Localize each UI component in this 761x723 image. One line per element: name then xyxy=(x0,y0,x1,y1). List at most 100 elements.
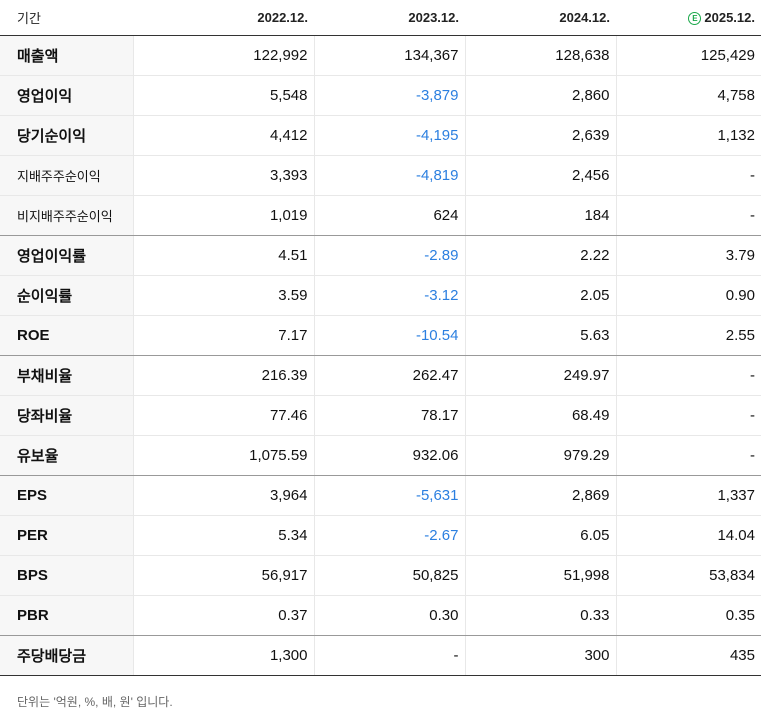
row-label: EPS xyxy=(0,475,133,516)
table-cell: 249.97 xyxy=(464,355,616,396)
table-cell: 3.79 xyxy=(615,235,761,276)
period-header-2022: 2022.12. xyxy=(133,0,314,36)
table-cell: 979.29 xyxy=(464,435,616,476)
table-cell: 4,758 xyxy=(615,75,761,116)
table-cell: - xyxy=(615,355,761,396)
table-cell: 53,834 xyxy=(615,555,761,596)
unit-footnote: 단위는 '억원, %, 배, 원' 입니다. xyxy=(17,695,173,709)
table-row: 지배주주순이익 3,393 -4,819 2,456- xyxy=(0,155,761,196)
table-cell: 216.39 xyxy=(132,355,314,396)
financial-table: 기간 2022.12. 2023.12. 2024.12. E 2025.12. … xyxy=(0,0,761,676)
table-cell: 2,639 xyxy=(464,115,616,156)
row-label: 유보율 xyxy=(0,435,133,476)
table-cell: -2.67 xyxy=(313,515,465,556)
table-body: 매출액 122,992 134,367 128,638 125,429 영업이익 5,548… xyxy=(0,35,761,676)
row-label: 당기순이익 xyxy=(0,115,133,156)
table-row: PBR 0.37 0.30 0.33 0.35 xyxy=(0,595,761,636)
table-row: 매출액 122,992 134,367 128,638 125,429 xyxy=(0,35,761,76)
table-cell: 4.51 xyxy=(132,235,314,276)
table-cell: 7.17 xyxy=(132,315,314,356)
table-cell: - xyxy=(313,635,465,676)
table-cell: - xyxy=(615,435,761,476)
row-label: 주당배당금 xyxy=(0,635,133,676)
table-row: 영업이익률 4.51 -2.89 2.22 3.79 xyxy=(0,235,761,276)
row-label: 영업이익 xyxy=(0,75,133,116)
table-cell: 435 xyxy=(615,635,761,676)
table-row: 유보율 1,075.59 932.06 979.29- xyxy=(0,435,761,476)
table-cell: 0.37 xyxy=(132,595,314,636)
table-cell: 5.63 xyxy=(464,315,616,356)
table-cell: -3,879 xyxy=(313,75,465,116)
table-cell: -3.12 xyxy=(313,275,465,316)
table-cell: 1,019 xyxy=(132,195,314,236)
period-header-2023: 2023.12. xyxy=(314,0,465,36)
row-label: PBR xyxy=(0,595,133,636)
row-label: 매출액 xyxy=(0,35,133,76)
table-row: 당좌비율 77.46 78.17 68.49- xyxy=(0,395,761,436)
table-cell: -5,631 xyxy=(313,475,465,516)
table-cell: 50,825 xyxy=(313,555,465,596)
row-label: PER xyxy=(0,515,133,556)
row-label: BPS xyxy=(0,555,133,596)
table-cell: 122,992 xyxy=(132,35,314,76)
table-row: PER 5.34 -2.67 6.05 14.04 xyxy=(0,515,761,556)
financial-summary: 기간 2022.12. 2023.12. 2024.12. E 2025.12. … xyxy=(0,0,761,710)
table-cell: 2,860 xyxy=(464,75,616,116)
row-label: 순이익률 xyxy=(0,275,133,316)
table-cell: 5.34 xyxy=(132,515,314,556)
table-cell: 262.47 xyxy=(313,355,465,396)
row-label: ROE xyxy=(0,315,133,356)
table-cell: 3,393 xyxy=(132,155,314,196)
table-cell: -10.54 xyxy=(313,315,465,356)
table-cell: 125,429 xyxy=(615,35,761,76)
table-cell: 4,412 xyxy=(132,115,314,156)
period-header-label: 기간 xyxy=(0,0,133,36)
estimate-icon: E xyxy=(688,12,702,25)
period-header-2025-label: 2025.12. xyxy=(704,10,755,25)
table-cell: 56,917 xyxy=(132,555,314,596)
table-cell: 0.35 xyxy=(615,595,761,636)
table-cell: 0.33 xyxy=(464,595,616,636)
table-cell: 6.05 xyxy=(464,515,616,556)
table-cell: 1,337 xyxy=(615,475,761,516)
table-cell: -4,195 xyxy=(313,115,465,156)
table-cell: 78.17 xyxy=(313,395,465,436)
table-cell: 2.22 xyxy=(464,235,616,276)
table-cell: 3,964 xyxy=(132,475,314,516)
row-label: 당좌비율 xyxy=(0,395,133,436)
table-cell: 932.06 xyxy=(313,435,465,476)
table-cell: 624 xyxy=(313,195,465,236)
table-cell: 300 xyxy=(464,635,616,676)
table-row: 비지배주주순이익 1,019 624 184- xyxy=(0,195,761,236)
table-row: BPS 56,917 50,825 51,998 53,834 xyxy=(0,555,761,596)
table-cell: 5,548 xyxy=(132,75,314,116)
table-header-row: 기간 2022.12. 2023.12. 2024.12. E 2025.12. xyxy=(0,0,761,36)
table-cell: 1,300 xyxy=(132,635,314,676)
table-cell: 1,132 xyxy=(615,115,761,156)
table-cell: - xyxy=(615,155,761,196)
table-cell: - xyxy=(615,395,761,436)
table-cell: 128,638 xyxy=(464,35,616,76)
table-cell: 0.30 xyxy=(313,595,465,636)
table-cell: 3.59 xyxy=(132,275,314,316)
table-row: 부채비율 216.39 262.47 249.97- xyxy=(0,355,761,396)
table-cell: 0.90 xyxy=(615,275,761,316)
table-cell: 1,075.59 xyxy=(132,435,314,476)
table-row: 순이익률 3.59 -3.12 2.05 0.90 xyxy=(0,275,761,316)
table-row: 당기순이익 4,412 -4,195 2,639 1,132 xyxy=(0,115,761,156)
table-cell: 68.49 xyxy=(464,395,616,436)
table-cell: 2,456 xyxy=(464,155,616,196)
table-cell: 2.55 xyxy=(615,315,761,356)
table-row: 영업이익 5,548 -3,879 2,860 4,758 xyxy=(0,75,761,116)
row-label: 영업이익률 xyxy=(0,235,133,276)
period-header-2025: E 2025.12. xyxy=(616,0,761,36)
table-cell: 14.04 xyxy=(615,515,761,556)
table-cell: -4,819 xyxy=(313,155,465,196)
table-cell: -2.89 xyxy=(313,235,465,276)
table-cell: 2,869 xyxy=(464,475,616,516)
table-cell: 2.05 xyxy=(464,275,616,316)
table-cell: 184 xyxy=(464,195,616,236)
table-row: ROE 7.17 -10.54 5.63 2.55 xyxy=(0,315,761,356)
table-cell: - xyxy=(615,195,761,236)
row-label: 비지배주주순이익 xyxy=(0,195,133,236)
